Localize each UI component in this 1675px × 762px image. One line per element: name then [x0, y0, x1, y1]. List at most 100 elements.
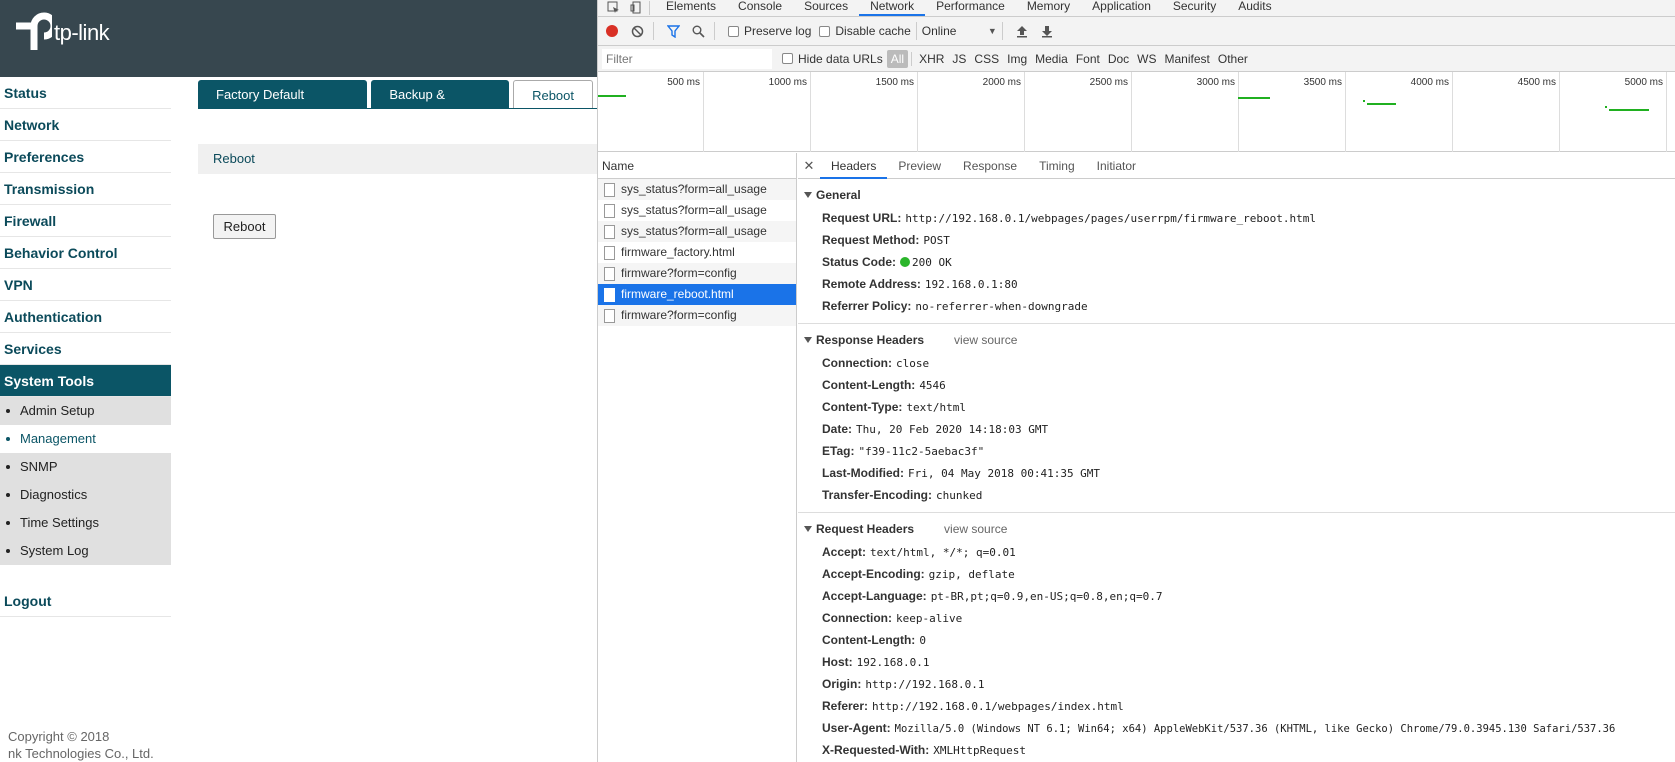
view-source-link[interactable]: view source [944, 517, 1007, 541]
nav-transmission[interactable]: Transmission [0, 173, 171, 205]
timeline-tick-label: 2500 ms [1089, 77, 1128, 88]
preserve-log-checkbox[interactable]: Preserve log [728, 24, 811, 38]
subnav-admin-setup[interactable]: Admin Setup [0, 397, 171, 425]
subnav-time-settings[interactable]: Time Settings [0, 509, 171, 537]
import-har-icon[interactable] [1011, 20, 1033, 42]
view-source-link[interactable]: view source [954, 328, 1017, 352]
timeline-gridline [1666, 72, 1667, 152]
subnav-management[interactable]: Management [0, 425, 171, 453]
filter-icon[interactable] [662, 20, 684, 42]
tab-timing[interactable]: Timing [1028, 153, 1086, 179]
tab-memory[interactable]: Memory [1016, 0, 1081, 16]
section-title: General [816, 188, 861, 202]
tab-reboot[interactable]: Reboot [513, 80, 593, 109]
close-icon[interactable]: ✕ [798, 158, 820, 174]
request-row[interactable]: firmware?form=config [598, 305, 796, 326]
request-row[interactable]: firmware?form=config [598, 263, 796, 284]
general-section: General Request URL: http://192.168.0.1/w… [798, 179, 1675, 324]
tab-security[interactable]: Security [1162, 0, 1227, 16]
router-sidebar: Status Network Preferences Transmission … [0, 77, 171, 762]
request-row[interactable]: sys_status?form=all_usage [598, 200, 796, 221]
header-key: Status Code: [822, 255, 897, 269]
header-key: Content-Length: [822, 378, 916, 392]
header-row: Connection: close [798, 352, 1675, 374]
tab-initiator[interactable]: Initiator [1086, 153, 1147, 179]
filter-manifest[interactable]: Manifest [1161, 50, 1214, 68]
clear-icon[interactable] [626, 20, 648, 42]
header-value: http://192.168.0.1 [865, 678, 985, 691]
subnav-system-log[interactable]: System Log [0, 537, 171, 565]
tab-audits[interactable]: Audits [1227, 0, 1282, 16]
filter-doc[interactable]: Doc [1104, 50, 1133, 68]
header-row: X-Requested-With: XMLHttpRequest [798, 739, 1675, 761]
tab-sources[interactable]: Sources [793, 0, 859, 16]
request-row[interactable]: sys_status?form=all_usage [598, 221, 796, 242]
timeline-request-bar [598, 95, 626, 97]
tab-elements[interactable]: Elements [655, 0, 727, 16]
nav-authentication[interactable]: Authentication [0, 301, 171, 333]
nav-firewall[interactable]: Firewall [0, 205, 171, 237]
filter-img[interactable]: Img [1003, 50, 1031, 68]
nav-preferences[interactable]: Preferences [0, 141, 171, 173]
nav-system-tools[interactable]: System Tools [0, 365, 171, 397]
tab-headers[interactable]: Headers [820, 153, 888, 179]
record-icon[interactable] [601, 20, 623, 42]
nav-services[interactable]: Services [0, 333, 171, 365]
filter-other[interactable]: Other [1214, 50, 1252, 68]
timeline-request-bar [1367, 103, 1396, 105]
header-value: no-referrer-when-downgrade [915, 300, 1088, 313]
checkbox-box [819, 25, 831, 37]
device-toolbar-icon[interactable] [629, 0, 644, 15]
filter-ws[interactable]: WS [1133, 50, 1160, 68]
request-headers-header[interactable]: Request Headers view source [798, 517, 1675, 541]
timeline-request-bar [1238, 97, 1270, 99]
filter-xhr[interactable]: XHR [915, 50, 948, 68]
toolbar-divider [653, 22, 654, 40]
general-section-header[interactable]: General [798, 183, 1675, 207]
bullet-icon [6, 521, 10, 525]
request-row[interactable]: sys_status?form=all_usage [598, 179, 796, 200]
tab-application[interactable]: Application [1081, 0, 1162, 16]
filter-all[interactable]: All [886, 49, 909, 68]
header-key: Accept-Language: [822, 589, 927, 603]
name-column-header[interactable]: Name [598, 153, 796, 179]
nav-behavior-control[interactable]: Behavior Control [0, 237, 171, 269]
tab-response[interactable]: Response [952, 153, 1028, 179]
network-timeline[interactable]: 500 ms 1000 ms 1500 ms 2000 ms 2500 ms 3… [598, 72, 1675, 152]
filter-media[interactable]: Media [1031, 50, 1072, 68]
inspect-element-icon[interactable] [606, 0, 621, 15]
request-name: sys_status?form=all_usage [621, 182, 767, 196]
response-headers-header[interactable]: Response Headers view source [798, 328, 1675, 352]
export-har-icon[interactable] [1036, 20, 1058, 42]
filter-css[interactable]: CSS [970, 50, 1003, 68]
nav-status[interactable]: Status [0, 77, 171, 109]
nav-vpn[interactable]: VPN [0, 269, 171, 301]
request-row[interactable]: firmware_factory.html [598, 242, 796, 263]
filter-js[interactable]: JS [948, 50, 970, 68]
nav-network[interactable]: Network [0, 109, 171, 141]
toolbar-divider [714, 22, 715, 40]
file-icon [604, 287, 615, 302]
tab-factory-default-restore[interactable]: Factory Default Restore [198, 80, 368, 131]
file-icon [604, 266, 615, 281]
reboot-button[interactable]: Reboot [213, 214, 276, 239]
filter-input[interactable] [602, 48, 772, 69]
throttling-select[interactable]: Online ▼ [922, 24, 997, 38]
request-row-selected[interactable]: firmware_reboot.html [598, 284, 796, 305]
subnav-snmp[interactable]: SNMP [0, 453, 171, 481]
header-key: Referrer Policy: [822, 299, 912, 313]
logout-link[interactable]: Logout [0, 585, 171, 617]
subnav-diagnostics[interactable]: Diagnostics [0, 481, 171, 509]
subnav-label: SNMP [20, 459, 58, 474]
tab-performance[interactable]: Performance [925, 0, 1016, 16]
tab-console[interactable]: Console [727, 0, 793, 16]
disable-cache-checkbox[interactable]: Disable cache [819, 24, 911, 38]
hide-data-urls-checkbox[interactable]: Hide data URLs [782, 52, 883, 66]
timeline-gridline [917, 72, 918, 152]
tab-preview[interactable]: Preview [887, 153, 952, 179]
tab-backup-restore[interactable]: Backup & Restore [371, 80, 510, 131]
header-key: Transfer-Encoding: [822, 488, 933, 502]
search-icon[interactable] [687, 20, 709, 42]
tab-network[interactable]: Network [859, 0, 926, 16]
filter-font[interactable]: Font [1072, 50, 1104, 68]
